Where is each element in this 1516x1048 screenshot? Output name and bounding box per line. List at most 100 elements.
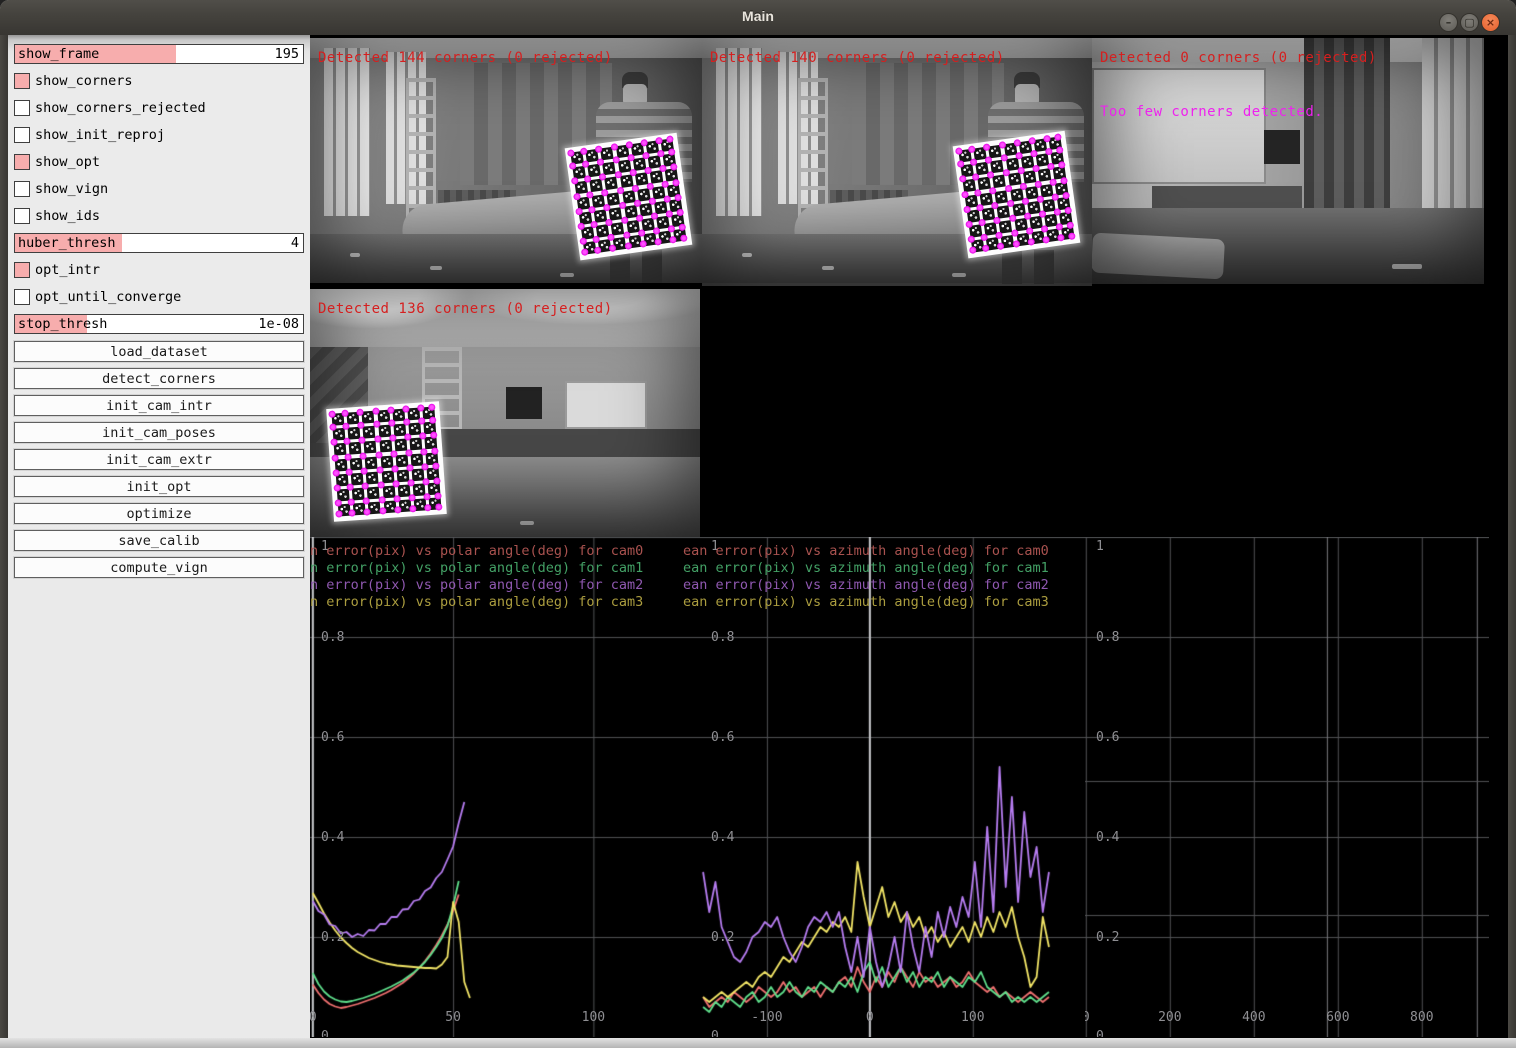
detected-corner-marker	[1036, 195, 1044, 203]
checkbox-label: show_ids	[35, 208, 100, 224]
checkbox-label: show_init_reproj	[35, 127, 165, 143]
x-tick-label: 400	[1242, 1010, 1265, 1025]
checkbox-show_vign[interactable]	[14, 181, 30, 197]
panel-buttons: load_dataset detect_corners init_cam_intri…	[8, 341, 310, 578]
y-tick-label: 0.2	[1096, 930, 1119, 945]
y-tick-label: 0.2	[711, 930, 734, 945]
detected-corner-marker	[654, 238, 662, 246]
load_dataset-button[interactable]: load_dataset	[14, 341, 304, 362]
window-frame-left	[0, 35, 8, 1038]
detected-corner-marker	[378, 496, 385, 503]
checkbox-row-show_corners_rejected[interactable]: show_corners_rejected	[14, 98, 304, 118]
plot-canvas-vignette[interactable]	[1085, 537, 1489, 1037]
detected-corner-marker	[998, 141, 1006, 149]
checkbox-row-show_vign[interactable]: show_vign	[14, 179, 304, 199]
plot-polar-error[interactable]: 05010010.80.60.40.20	[310, 537, 700, 1037]
x-tick-label: 800	[1410, 1010, 1433, 1025]
detected-corner-marker	[648, 197, 656, 205]
plots-area: 05010010.80.60.40.20 -100010010.80.60.40…	[310, 537, 1508, 1037]
detected-corner-marker	[1042, 236, 1050, 244]
checkbox-opt_until_converge[interactable]	[14, 289, 30, 305]
detected-corner-marker	[969, 246, 977, 254]
slider-value: 1e-08	[258, 316, 299, 332]
x-tick-label: 0	[1085, 1010, 1090, 1025]
window-frame-right	[1508, 35, 1516, 1038]
detected-corner-marker	[392, 480, 399, 487]
minimize-icon: –	[1446, 16, 1452, 29]
minimize-button[interactable]: –	[1439, 13, 1458, 32]
init_cam_poses-button[interactable]: init_cam_poses	[14, 422, 304, 443]
camera-view-cam3[interactable]: Detected 136 corners (0 rejected)	[310, 289, 700, 537]
gl-render-area: Detected 144 corners (0 rejected) Detect…	[310, 35, 1508, 1038]
y-tick-label: 0.8	[1096, 630, 1119, 645]
plot-vignette[interactable]: 020040060080010.80.60.40.20	[1085, 537, 1489, 1037]
init_opt-button[interactable]: init_opt	[14, 476, 304, 497]
legend-entry-2: n error(pix) vs polar angle(deg) for cam…	[310, 577, 643, 594]
detected-corner-marker	[407, 479, 414, 486]
y-tick-label: 0.6	[321, 730, 344, 745]
camera-view-cam2[interactable]: Detected 0 corners (0 rejected) Too few …	[1092, 38, 1484, 284]
init_cam_intr-button[interactable]: init_cam_intr	[14, 395, 304, 416]
detected-corner-marker	[594, 247, 602, 255]
checkbox-show_corners_rejected[interactable]	[14, 100, 30, 116]
too-few-corners-warning: Too few corners detected.	[1100, 104, 1323, 120]
plot-azimuth-error[interactable]: -100010010.80.60.40.20	[700, 537, 1085, 1037]
detected-corner-marker	[609, 245, 617, 253]
checkbox-row-show_ids[interactable]: show_ids	[14, 206, 304, 226]
detected-corner-marker	[376, 466, 383, 473]
detected-corner-marker	[1008, 214, 1016, 222]
checkbox-label: show_vign	[35, 181, 108, 197]
checkbox-row-show_opt[interactable]: show_opt	[14, 152, 304, 172]
checkbox-show_corners[interactable]	[14, 73, 30, 89]
checkbox-row-opt_until_converge[interactable]: opt_until_converge	[14, 287, 304, 307]
plot-canvas-azimuth[interactable]	[700, 537, 1085, 1037]
x-tick-label: 0	[310, 1010, 317, 1025]
checkbox-show_opt[interactable]	[14, 154, 30, 170]
detected-corner-marker	[377, 481, 384, 488]
y-tick-label: 0	[321, 1029, 329, 1037]
save_calib-button[interactable]: save_calib	[14, 530, 304, 551]
checkbox-row-opt_intr[interactable]: opt_intr	[14, 260, 304, 280]
checkbox-label: show_corners_rejected	[35, 100, 206, 116]
camera-view-cam0[interactable]: Detected 144 corners (0 rejected)	[310, 38, 702, 283]
y-tick-label: 0.4	[321, 830, 344, 845]
detected-corner-marker	[1006, 199, 1014, 207]
close-icon: ×	[1486, 16, 1495, 29]
legend-entry-1: n error(pix) vs polar angle(deg) for cam…	[310, 560, 643, 577]
checkbox-label: show_corners	[35, 73, 133, 89]
camera-view-cam1[interactable]: Detected 140 corners (0 rejected)	[702, 38, 1092, 286]
title-bar[interactable]: Main – ▢ ×	[0, 0, 1516, 36]
detect_corners-button[interactable]: detect_corners	[14, 368, 304, 389]
detected-corner-marker	[616, 186, 624, 194]
checkbox-label: opt_until_converge	[35, 289, 181, 305]
close-button[interactable]: ×	[1481, 13, 1500, 32]
slider-show_frame[interactable]: show_frame195	[14, 44, 304, 64]
checkbox-label: show_opt	[35, 154, 100, 170]
compute_vign-button[interactable]: compute_vign	[14, 557, 304, 578]
slider-stop_thresh[interactable]: stop_thresh 1e-08	[14, 314, 304, 334]
y-tick-label: 0.4	[1096, 830, 1119, 845]
slider-value: 4	[291, 235, 299, 251]
checkbox-row-show_corners[interactable]: show_corners	[14, 71, 304, 91]
checkbox-show_ids[interactable]	[14, 208, 30, 224]
maximize-button[interactable]: ▢	[1460, 13, 1479, 32]
checkbox-show_init_reproj[interactable]	[14, 127, 30, 143]
detected-corner-marker	[328, 410, 335, 417]
legend-entry-2: ean error(pix) vs azimuth angle(deg) for…	[683, 577, 1049, 594]
plot-canvas-polar[interactable]	[310, 537, 700, 1037]
detected-corner-marker	[633, 199, 641, 207]
detected-corner-marker	[409, 505, 416, 512]
init_cam_extr-button[interactable]: init_cam_extr	[14, 449, 304, 470]
legend-entry-1: ean error(pix) vs azimuth angle(deg) for…	[683, 560, 1049, 577]
detected-corner-marker	[331, 454, 338, 461]
checkbox-opt_intr[interactable]	[14, 262, 30, 278]
slider-huber_thresh[interactable]: huber_thresh4	[14, 233, 304, 253]
optimize-button[interactable]: optimize	[14, 503, 304, 524]
legend-polar: n error(pix) vs polar angle(deg) for cam…	[310, 543, 643, 611]
vignette-shade	[1092, 38, 1484, 284]
slider-label: stop_thresh	[18, 316, 107, 332]
checkbox-row-show_init_reproj[interactable]: show_init_reproj	[14, 125, 304, 145]
legend-entry-3: n error(pix) vs polar angle(deg) for cam…	[310, 594, 643, 611]
detected-corner-marker	[581, 248, 589, 256]
detected-corner-marker	[332, 469, 339, 476]
